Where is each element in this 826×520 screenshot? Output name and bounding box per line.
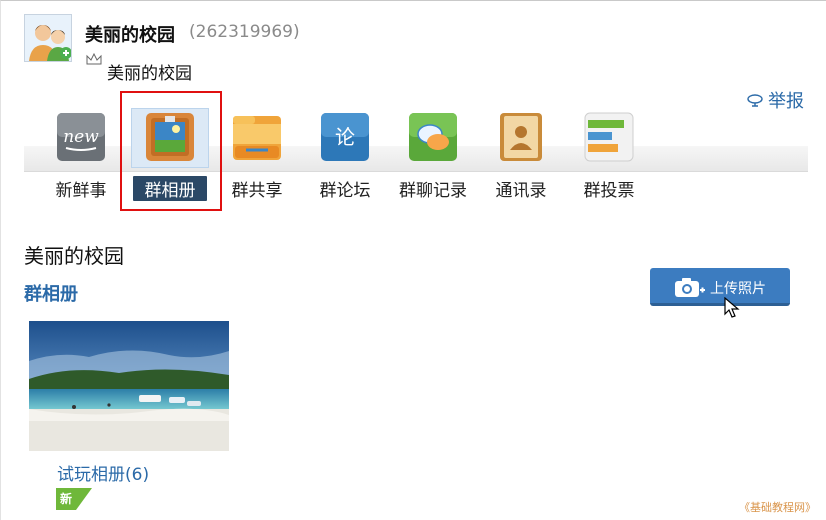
chat-log-icon [408,112,458,162]
tab-contacts-label: 通讯录 [495,181,547,201]
section-title: 美丽的校园 [24,244,124,268]
beach-photo [29,321,229,451]
tab-chat-log[interactable]: 群聊记录 [393,106,473,201]
section-subtitle: 群相册 [24,284,78,305]
upload-photo-label: 上传照片 [710,281,766,297]
group-avatar[interactable] [24,14,72,62]
tab-forum-label: 群论坛 [319,181,371,201]
album-name-link[interactable]: 试玩相册(6) [57,460,149,485]
tab-news-label: 新鲜事 [55,181,107,201]
news-icon: new [56,112,106,162]
tab-contacts[interactable]: 通讯录 [481,106,561,201]
tab-share-label: 群共享 [231,181,283,201]
group-sub-name: 美丽的校园 [107,64,192,84]
group-avatar-icon [25,15,71,61]
tab-vote[interactable]: 群投票 [569,106,649,201]
new-badge: 新 [56,488,92,510]
crown-icon [86,53,102,65]
contacts-icon [496,112,546,162]
report-label: 举报 [768,91,804,112]
group-id: (262319969) [189,22,300,42]
forum-icon: 论 [320,112,370,162]
mouse-cursor-icon [724,297,740,318]
tab-vote-label: 群投票 [583,181,635,201]
vote-icon [584,112,634,162]
camera-icon [675,278,705,297]
upload-photo-button[interactable]: 上传照片 [650,268,790,306]
report-link[interactable]: 举报 [747,87,804,113]
report-icon [747,94,763,107]
tab-news[interactable]: new 新鲜事 [41,106,121,201]
tab-chat-log-label: 群聊记录 [399,181,467,201]
new-badge-label: 新 [60,492,73,506]
tab-forum[interactable]: 论 群论坛 [305,106,385,201]
highlight-box [120,91,222,211]
folder-icon [232,112,282,162]
album-thumbnail[interactable] [29,321,229,451]
group-name: 美丽的校园 [85,25,175,46]
watermark: 《基础教程网》 [739,501,816,514]
svg-text:new: new [63,127,99,147]
svg-text:论: 论 [335,125,355,149]
tab-share[interactable]: 群共享 [217,106,297,201]
